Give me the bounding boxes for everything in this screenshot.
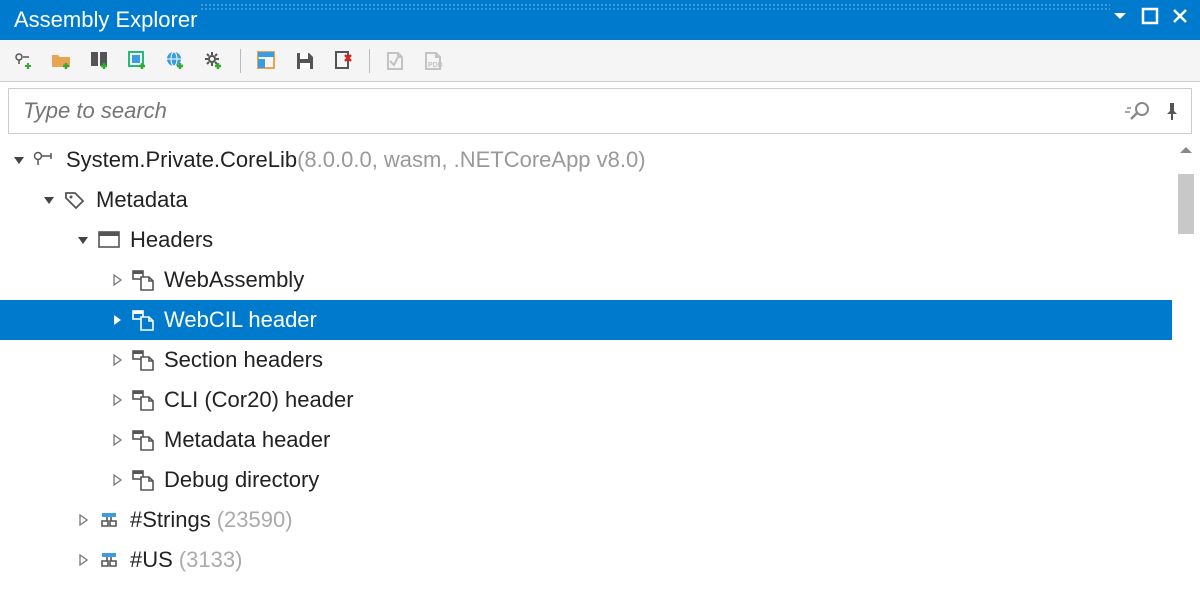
toolbar-separator bbox=[240, 49, 241, 73]
page-icon bbox=[130, 269, 156, 291]
chevron-collapsed-icon[interactable] bbox=[76, 513, 90, 527]
tree-item-label: WebCIL header bbox=[164, 307, 317, 333]
chevron-expanded-icon[interactable] bbox=[42, 193, 56, 207]
open-folder-button[interactable] bbox=[48, 47, 76, 75]
chevron-collapsed-icon[interactable] bbox=[110, 433, 124, 447]
chevron-collapsed-icon[interactable] bbox=[110, 393, 124, 407]
tree-item-label: #US bbox=[130, 547, 173, 573]
window-title: Assembly Explorer bbox=[14, 7, 197, 33]
chevron-collapsed-icon[interactable] bbox=[110, 473, 124, 487]
tree-item-heap[interactable]: #US(3133) bbox=[0, 540, 1172, 580]
chevron-collapsed-icon[interactable] bbox=[110, 313, 124, 327]
chevron-collapsed-icon[interactable] bbox=[110, 273, 124, 287]
window-icon bbox=[96, 231, 122, 249]
page-icon bbox=[130, 389, 156, 411]
tag-icon bbox=[62, 190, 88, 210]
window-controls bbox=[1110, 6, 1190, 26]
open-packages-button[interactable] bbox=[86, 47, 114, 75]
dropdown-icon[interactable] bbox=[1110, 6, 1130, 26]
scroll-thumb[interactable] bbox=[1178, 174, 1194, 234]
toolbar-separator bbox=[369, 49, 370, 73]
title-grip[interactable] bbox=[200, 3, 1110, 11]
save-button[interactable] bbox=[291, 47, 319, 75]
svg-text:PDB: PDB bbox=[428, 62, 443, 69]
page-icon bbox=[130, 469, 156, 491]
open-assembly-button[interactable] bbox=[10, 47, 38, 75]
tree-item-header[interactable]: WebCIL header bbox=[0, 300, 1172, 340]
search-bar bbox=[8, 88, 1192, 134]
export-pdb-button[interactable]: PDB bbox=[420, 47, 448, 75]
tree-item-header[interactable]: Debug directory bbox=[0, 460, 1172, 500]
close-icon[interactable] bbox=[1170, 6, 1190, 26]
search-icon[interactable] bbox=[1125, 100, 1151, 122]
tree-item-count: (23590) bbox=[217, 507, 293, 533]
open-url-button[interactable] bbox=[162, 47, 190, 75]
tree-item-label: WebAssembly bbox=[164, 267, 304, 293]
page-icon bbox=[130, 349, 156, 371]
settings-button[interactable] bbox=[200, 47, 228, 75]
tree-item-headers[interactable]: Headers bbox=[0, 220, 1172, 260]
tree-item-metadata[interactable]: Metadata bbox=[0, 180, 1172, 220]
tree-item-label: System.Private.CoreLib bbox=[66, 147, 297, 173]
maximize-icon[interactable] bbox=[1140, 6, 1160, 26]
tree-item-label: #Strings bbox=[130, 507, 211, 533]
heap-icon bbox=[96, 510, 122, 530]
page-icon bbox=[130, 429, 156, 451]
chevron-expanded-icon[interactable] bbox=[12, 153, 26, 167]
tree-item-header[interactable]: WebAssembly bbox=[0, 260, 1172, 300]
heap-icon bbox=[96, 550, 122, 570]
tree-item-count: (3133) bbox=[179, 547, 243, 573]
search-input[interactable] bbox=[21, 97, 1125, 125]
view-project-button[interactable] bbox=[253, 47, 281, 75]
tree-root-assembly[interactable]: System.Private.CoreLib (8.0.0.0, wasm, .… bbox=[0, 140, 1172, 180]
scrollbar[interactable] bbox=[1172, 140, 1200, 600]
assembly-icon bbox=[32, 150, 58, 170]
pin-icon[interactable] bbox=[1165, 101, 1179, 121]
tree-item-suffix: (8.0.0.0, wasm, .NETCoreApp v8.0) bbox=[297, 147, 645, 173]
open-cache-button[interactable] bbox=[124, 47, 152, 75]
export-vs-button[interactable] bbox=[382, 47, 410, 75]
tree-item-header[interactable]: Metadata header bbox=[0, 420, 1172, 460]
tree-item-label: CLI (Cor20) header bbox=[164, 387, 354, 413]
title-bar: Assembly Explorer bbox=[0, 0, 1200, 40]
chevron-collapsed-icon[interactable] bbox=[76, 553, 90, 567]
tree-item-label: Headers bbox=[130, 227, 213, 253]
tree-item-heap[interactable]: #Strings(23590) bbox=[0, 500, 1172, 540]
tree-item-label: Debug directory bbox=[164, 467, 319, 493]
tree-item-label: Metadata bbox=[96, 187, 188, 213]
toolbar: PDB bbox=[0, 40, 1200, 82]
chevron-collapsed-icon[interactable] bbox=[110, 353, 124, 367]
tree-view[interactable]: System.Private.CoreLib (8.0.0.0, wasm, .… bbox=[0, 140, 1172, 600]
tree-item-header[interactable]: CLI (Cor20) header bbox=[0, 380, 1172, 420]
page-icon bbox=[130, 309, 156, 331]
tree-item-header[interactable]: Section headers bbox=[0, 340, 1172, 380]
scroll-up-icon[interactable] bbox=[1178, 144, 1194, 156]
chevron-expanded-icon[interactable] bbox=[76, 233, 90, 247]
tree-item-label: Metadata header bbox=[164, 427, 330, 453]
remove-button[interactable] bbox=[329, 47, 357, 75]
tree-item-label: Section headers bbox=[164, 347, 323, 373]
